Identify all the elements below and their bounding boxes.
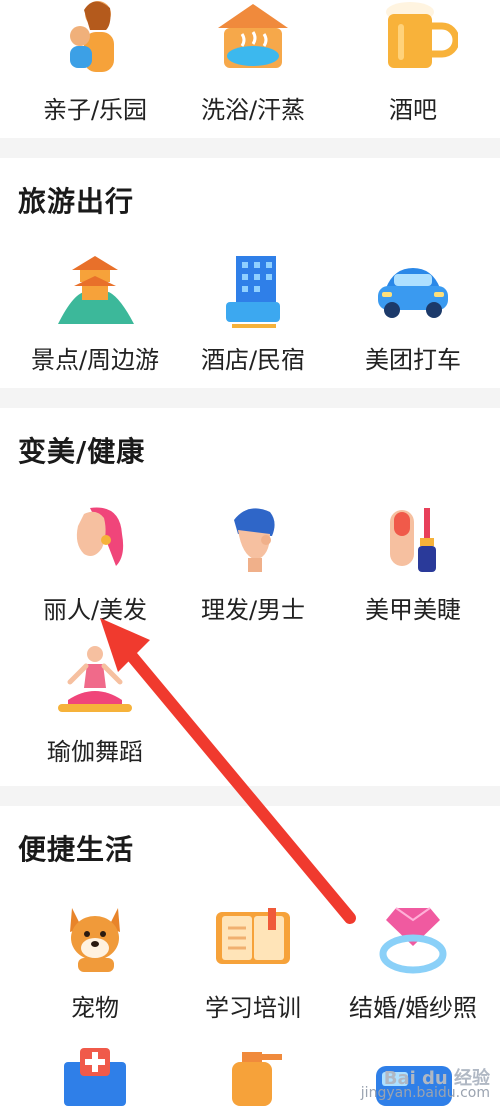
section-title: 便捷生活 [18, 833, 135, 866]
grid-item-label: 结婚/婚纱照 [348, 994, 478, 1022]
grid-item-hotel[interactable]: 酒店/民宿 [170, 250, 336, 375]
grid-item-label: 理发/男士 [200, 596, 306, 624]
beer-mug-icon [386, 2, 458, 68]
hot-spring-icon [218, 4, 288, 68]
grid-item-training[interactable]: 学习培训 [170, 898, 336, 1023]
grid-item-scenic-spots[interactable]: 景点/周边游 [12, 250, 178, 375]
grid-item-taxi[interactable]: 美团打车 [330, 250, 496, 375]
section-card-top: 亲子/乐园 洗浴/汗蒸 酒吧 [0, 0, 500, 138]
grid-item-barber[interactable]: 理发/男士 [170, 500, 336, 625]
grid-item-label: 景点/周边游 [30, 346, 160, 374]
watermark-url: jingyan.baidu.com [360, 1085, 490, 1101]
grid-item-pets[interactable]: 宠物 [12, 898, 178, 1023]
man-haircut-icon [234, 508, 275, 572]
grid-item-label: 美甲美睫 [365, 596, 461, 624]
dog-icon [70, 908, 120, 972]
watermark-logo: Bai du 经验 [383, 1068, 490, 1089]
cleaning-spray-icon[interactable] [210, 1046, 300, 1106]
section-card-travel: 旅游出行 景点/周边游 酒店/民宿 美团打车 [0, 158, 500, 388]
hospital-icon[interactable] [50, 1046, 140, 1106]
grid-item-parent-child[interactable]: 亲子/乐园 [12, 0, 178, 125]
grid-item-nails-lashes[interactable]: 美甲美睫 [330, 500, 496, 625]
grid-item-wedding[interactable]: 结婚/婚纱照 [330, 898, 496, 1023]
car-icon [378, 268, 448, 318]
pagoda-icon [58, 256, 134, 324]
grid-item-label: 瑜伽舞蹈 [47, 738, 143, 766]
grid-item-label: 亲子/乐园 [42, 96, 148, 124]
grid-item-label: 美团打车 [365, 346, 461, 374]
woman-hair-icon [76, 507, 124, 566]
grid-item-label: 洗浴/汗蒸 [200, 96, 306, 124]
grid-item-label: 丽人/美发 [42, 596, 148, 624]
diamond-ring-icon [379, 907, 447, 974]
grid-item-beauty-hair[interactable]: 丽人/美发 [12, 500, 178, 625]
mother-child-icon [70, 1, 114, 72]
section-title: 变美/健康 [18, 435, 146, 468]
section-card-beauty-health: 变美/健康 丽人/美发 理发/男士 美甲美睫 瑜伽舞蹈 [0, 408, 500, 786]
grid-item-label: 酒吧 [389, 96, 437, 124]
section-title: 旅游出行 [18, 185, 135, 218]
grid-item-bar[interactable]: 酒吧 [330, 0, 496, 125]
grid-item-yoga-dance[interactable]: 瑜伽舞蹈 [12, 642, 178, 767]
grid-item-label: 宠物 [71, 994, 119, 1022]
grid-item-bath-sauna[interactable]: 洗浴/汗蒸 [170, 0, 336, 125]
grid-item-label: 学习培训 [205, 994, 301, 1022]
hotel-building-icon [226, 256, 280, 328]
book-icon [216, 908, 290, 964]
nail-polish-icon [390, 508, 436, 572]
section-card-convenient-life: 便捷生活 宠物 学习培训 结婚/婚纱照 [0, 806, 500, 1106]
yoga-icon [58, 646, 132, 712]
baidu-jingyan-watermark: Bai du 经验 jingyan.baidu.com [360, 1068, 490, 1101]
grid-item-label: 酒店/民宿 [200, 346, 306, 374]
